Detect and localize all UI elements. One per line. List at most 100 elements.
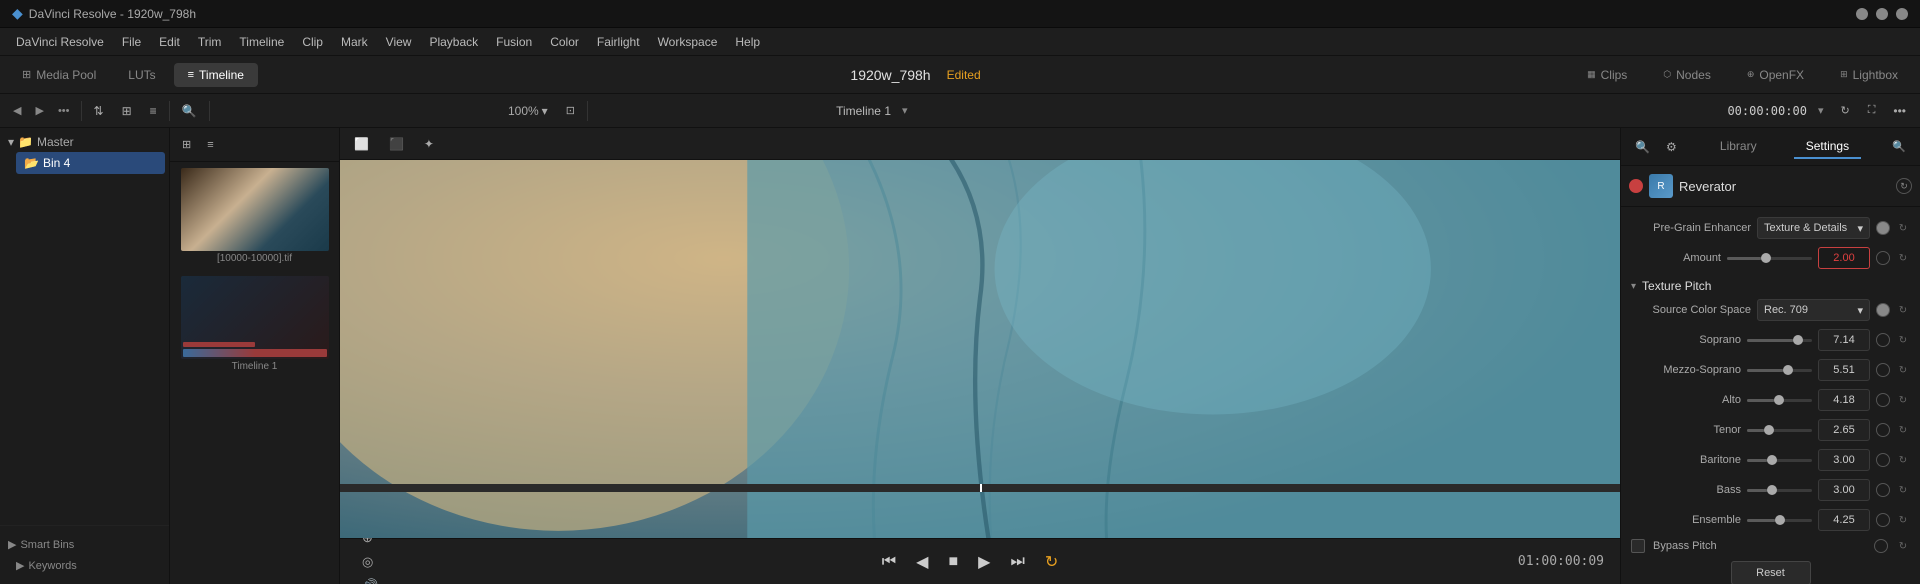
alto-thumb[interactable] (1774, 395, 1784, 405)
tenor-value[interactable]: 2.65 (1818, 419, 1870, 441)
skip-to-start-button[interactable]: ⏮ (878, 549, 900, 575)
alto-reset-btn[interactable]: ↻ (1896, 393, 1910, 407)
mezzo-soprano-thumb[interactable] (1783, 365, 1793, 375)
timecode-dropdown[interactable]: ▾ (1813, 101, 1829, 120)
ensemble-thumb[interactable] (1775, 515, 1785, 525)
baritone-thumb[interactable] (1767, 455, 1777, 465)
menu-fairlight[interactable]: Fairlight (589, 32, 648, 52)
menu-clip[interactable]: Clip (294, 32, 331, 52)
search-icon-btn[interactable]: 🔍 (1629, 136, 1656, 158)
clips-button[interactable]: ▦ Clips (1573, 63, 1641, 87)
alto-slider[interactable] (1747, 399, 1812, 402)
library-tab[interactable]: Library (1708, 135, 1769, 159)
transform-btn[interactable]: ⬜ (348, 133, 375, 155)
fit-button[interactable]: ⊡ (560, 100, 581, 121)
mezzo-soprano-reset-btn[interactable]: ↻ (1896, 363, 1910, 377)
bypass-reset-btn[interactable]: ↻ (1896, 539, 1910, 553)
bypass-pitch-checkbox[interactable] (1631, 539, 1645, 553)
luts-button[interactable]: LUTs (114, 63, 169, 87)
amount-slider[interactable] (1727, 257, 1812, 260)
tenor-thumb[interactable] (1764, 425, 1774, 435)
zoom-level-button[interactable]: 100% ▾ (502, 100, 554, 122)
sort-button[interactable]: ⇅ (88, 100, 110, 122)
smart-bins[interactable]: ▶ Smart Bins (8, 534, 161, 555)
ensemble-reset-btn[interactable]: ↻ (1896, 513, 1910, 527)
fx-reset-button[interactable]: ↻ (1896, 178, 1912, 194)
ensemble-slider[interactable] (1747, 519, 1812, 522)
nav-next-button[interactable]: ▶ (30, 101, 48, 120)
more-options-button[interactable]: ••• (1887, 100, 1912, 122)
nav-more-button[interactable]: ••• (53, 102, 75, 120)
tenor-reset-btn[interactable]: ↻ (1896, 423, 1910, 437)
soprano-reset-btn[interactable]: ↻ (1896, 333, 1910, 347)
menu-playback[interactable]: Playback (421, 32, 486, 52)
menu-mark[interactable]: Mark (333, 32, 376, 52)
menu-timeline[interactable]: Timeline (231, 32, 292, 52)
timeline-dropdown-button[interactable]: ▾ (897, 101, 913, 120)
amount-dot-btn[interactable] (1876, 251, 1890, 265)
pre-grain-reset-btn[interactable]: ↻ (1896, 221, 1910, 235)
source-color-dot-btn[interactable] (1876, 303, 1890, 317)
timeline-scrubber[interactable] (340, 484, 1620, 492)
nav-prev-button[interactable]: ◀ (8, 101, 26, 120)
soprano-dot-btn[interactable] (1876, 333, 1890, 347)
baritone-reset-btn[interactable]: ↻ (1896, 453, 1910, 467)
menu-file[interactable]: File (114, 32, 149, 52)
gear-icon-btn[interactable]: ⚙ (1660, 136, 1683, 158)
lightbox-button[interactable]: ⊞ Lightbox (1826, 63, 1912, 87)
search-button[interactable]: 🔍 (176, 100, 203, 122)
mezzo-soprano-dot-btn[interactable] (1876, 363, 1890, 377)
menu-davinci[interactable]: DaVinci Resolve (8, 32, 112, 52)
pre-grain-dropdown[interactable]: Texture & Details ▾ (1757, 217, 1870, 239)
fit-frame-button[interactable]: ↻ (1834, 100, 1855, 121)
minimize-button[interactable] (1856, 8, 1868, 20)
amount-reset-btn[interactable]: ↻ (1896, 251, 1910, 265)
loop-button[interactable]: ↻ (1041, 548, 1062, 576)
menu-fusion[interactable]: Fusion (488, 32, 540, 52)
master-folder[interactable]: ▾ 📁 Master (4, 132, 165, 152)
tenor-dot-btn[interactable] (1876, 423, 1890, 437)
fullscreen-button[interactable]: ⛶ (1862, 100, 1882, 121)
gallery-list-btn[interactable]: ≡ (201, 135, 219, 155)
tenor-slider[interactable] (1747, 429, 1812, 432)
particle-btn[interactable]: ✦ (418, 133, 440, 155)
texture-pitch-section-header[interactable]: ▾ Texture Pitch (1621, 273, 1920, 295)
source-color-reset-btn[interactable]: ↻ (1896, 303, 1910, 317)
openfx-button[interactable]: ⊕ OpenFX (1733, 63, 1818, 87)
menu-view[interactable]: View (378, 32, 420, 52)
soprano-thumb[interactable] (1793, 335, 1803, 345)
viewer-overlay-btn[interactable]: ◎ (356, 550, 379, 574)
bass-value[interactable]: 3.00 (1818, 479, 1870, 501)
ensemble-dot-btn[interactable] (1876, 513, 1890, 527)
play-button[interactable]: ▶ (974, 548, 994, 576)
menu-help[interactable]: Help (727, 32, 768, 52)
bass-slider[interactable] (1747, 489, 1812, 492)
pre-grain-dot-btn[interactable] (1876, 221, 1890, 235)
close-button[interactable] (1896, 8, 1908, 20)
menu-trim[interactable]: Trim (190, 32, 230, 52)
nodes-button[interactable]: ⬡ Nodes (1649, 63, 1725, 87)
right-search-btn[interactable]: 🔍 (1886, 136, 1912, 157)
baritone-dot-btn[interactable] (1876, 453, 1890, 467)
amount-value[interactable]: 2.00 (1818, 247, 1870, 269)
stop-button[interactable]: ■ (944, 549, 962, 575)
menu-color[interactable]: Color (542, 32, 587, 52)
media-thumb-timeline[interactable]: Timeline 1 (181, 276, 329, 372)
bass-thumb[interactable] (1767, 485, 1777, 495)
alto-value[interactable]: 4.18 (1818, 389, 1870, 411)
bass-dot-btn[interactable] (1876, 483, 1890, 497)
menu-edit[interactable]: Edit (151, 32, 188, 52)
gallery-view-btn[interactable]: ⊞ (176, 134, 197, 155)
maximize-button[interactable] (1876, 8, 1888, 20)
baritone-value[interactable]: 3.00 (1818, 449, 1870, 471)
media-thumb-tif[interactable]: [10000-10000].tif (181, 168, 329, 264)
amount-slider-thumb[interactable] (1761, 253, 1771, 263)
keywords-item[interactable]: ▶ Keywords (8, 555, 161, 576)
bin-4-item[interactable]: 📂 Bin 4 (16, 152, 165, 174)
source-color-dropdown[interactable]: Rec. 709 ▾ (1757, 299, 1870, 321)
skip-to-end-button[interactable]: ⏭ (1006, 549, 1028, 575)
crop-btn[interactable]: ⬛ (383, 133, 410, 155)
step-back-button[interactable]: ◀ (912, 548, 932, 576)
reset-main-button[interactable]: Reset (1731, 561, 1811, 584)
menu-workspace[interactable]: Workspace (650, 32, 726, 52)
